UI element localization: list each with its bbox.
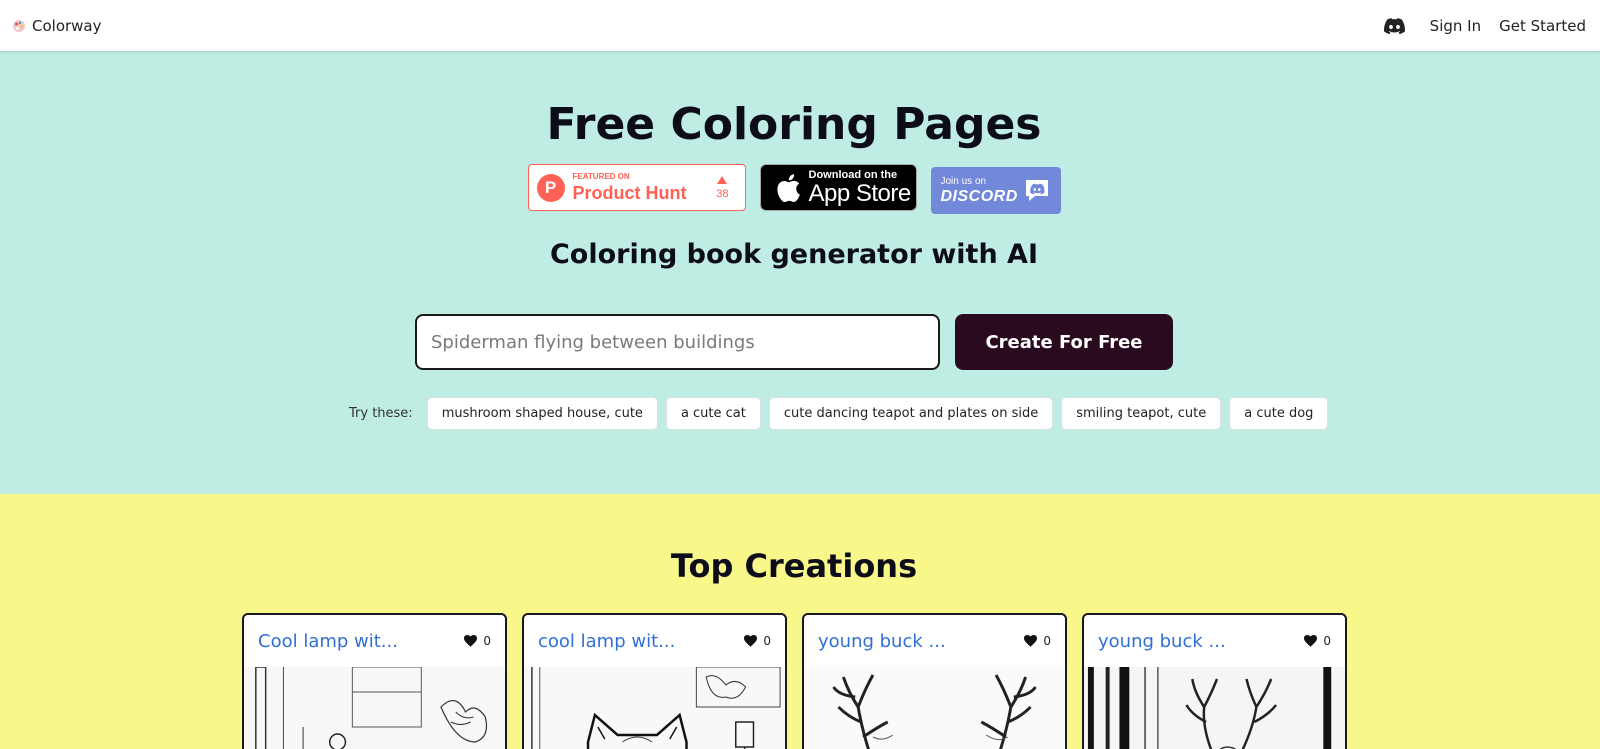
product-hunt-vote-count: 38: [716, 187, 729, 200]
like-counter[interactable]: 0: [1304, 634, 1331, 648]
like-counter[interactable]: 0: [1024, 634, 1051, 648]
palette-logo-icon: [13, 19, 25, 32]
create-button[interactable]: Create For Free: [955, 314, 1173, 370]
creation-cards: Cool lamp wit... 0 cool lamp wit... 0 yo…: [242, 613, 1347, 749]
nav-right: Sign In Get Started: [1384, 15, 1588, 37]
like-count: 0: [1043, 634, 1051, 648]
app-store-small: Download on the: [808, 168, 898, 181]
subtitle: Coloring book generator with AI: [549, 239, 1039, 270]
heart-icon: [1304, 635, 1318, 647]
app-store-big: App Store: [808, 179, 912, 207]
suggestion-chip[interactable]: smiling teapot, cute: [1061, 397, 1222, 430]
card-header: young buck ... 0: [1084, 615, 1345, 667]
sign-in-link[interactable]: Sign In: [1430, 17, 1481, 35]
like-count: 0: [483, 634, 491, 648]
creation-card[interactable]: Cool lamp wit... 0: [242, 613, 507, 749]
card-title[interactable]: young buck ...: [818, 631, 946, 652]
upvote-arrow-icon: [717, 175, 728, 184]
try-label: Try these:: [349, 406, 413, 421]
creation-card[interactable]: young buck ... 0: [1082, 613, 1347, 749]
card-image-cat-lamp: [524, 667, 785, 749]
like-count: 0: [763, 634, 771, 648]
top-creations-section: Top Creations Cool lamp wit... 0 cool la…: [0, 494, 1600, 749]
card-title[interactable]: young buck ...: [1098, 631, 1226, 652]
like-count: 0: [1323, 634, 1331, 648]
suggestion-chip[interactable]: a cute dog: [1229, 397, 1329, 430]
suggestion-chip[interactable]: mushroom shaped house, cute: [426, 397, 658, 430]
card-header: cool lamp wit... 0: [524, 615, 785, 667]
card-header: Cool lamp wit... 0: [244, 615, 505, 667]
product-hunt-name: Product Hunt: [572, 183, 687, 203]
badges-row: P FEATURED ON Product Hunt 38 Download o…: [0, 164, 1588, 214]
card-title[interactable]: cool lamp wit...: [538, 631, 675, 652]
discord-badge[interactable]: Join us on DISCORD: [930, 167, 1061, 214]
card-image-buck: [804, 667, 1065, 749]
discord-chat-icon: [1025, 179, 1048, 201]
product-hunt-text: FEATURED ON Product Hunt: [572, 172, 687, 203]
like-counter[interactable]: 0: [744, 634, 771, 648]
apple-icon: [776, 173, 800, 202]
discord-badge-big: DISCORD: [940, 187, 1018, 205]
card-image-lamp: [244, 667, 505, 749]
page-title: Free Coloring Pages: [546, 99, 1042, 150]
card-title[interactable]: Cool lamp wit...: [258, 631, 398, 652]
section-title: Top Creations: [670, 547, 918, 585]
suggestions-row: Try these: mushroom shaped house, cute a…: [349, 397, 1329, 430]
product-hunt-logo-icon: P: [536, 173, 565, 202]
card-image-buck-forest: [1084, 667, 1345, 749]
discord-icon[interactable]: [1384, 15, 1406, 37]
brand-name: Colorway: [32, 16, 102, 35]
hero-section: Free Coloring Pages P FEATURED ON Produc…: [0, 51, 1600, 494]
search-row: Create For Free: [415, 314, 1173, 370]
like-counter[interactable]: 0: [464, 634, 491, 648]
prompt-input[interactable]: [415, 314, 940, 370]
app-store-text: Download on the App Store: [808, 168, 912, 207]
suggestion-chip[interactable]: a cute cat: [665, 397, 761, 430]
app-store-badge[interactable]: Download on the App Store: [759, 164, 917, 211]
brand[interactable]: Colorway: [12, 17, 102, 35]
top-navbar: Colorway Sign In Get Started: [0, 0, 1600, 51]
card-header: young buck ... 0: [804, 615, 1065, 667]
creation-card[interactable]: young buck ... 0: [802, 613, 1067, 749]
heart-icon: [464, 635, 478, 647]
heart-icon: [1024, 635, 1038, 647]
get-started-link[interactable]: Get Started: [1499, 17, 1586, 35]
creation-card[interactable]: cool lamp wit... 0: [522, 613, 787, 749]
discord-badge-small: Join us on: [940, 175, 987, 187]
discord-badge-text: Join us on DISCORD: [940, 175, 1018, 205]
heart-icon: [744, 635, 758, 647]
product-hunt-featured: FEATURED ON: [572, 172, 630, 181]
product-hunt-badge[interactable]: P FEATURED ON Product Hunt 38: [527, 164, 746, 211]
product-hunt-votes: 38: [716, 175, 729, 200]
suggestion-chip[interactable]: cute dancing teapot and plates on side: [768, 397, 1054, 430]
